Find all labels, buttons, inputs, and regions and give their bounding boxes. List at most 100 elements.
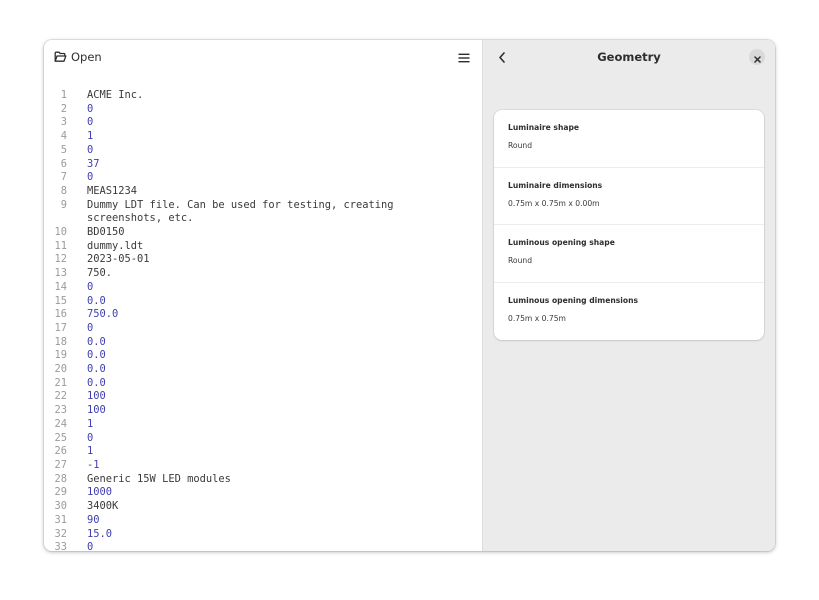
code-line: 9 Dummy LDT file. Can be used for testing… (44, 199, 482, 226)
line-text: 2023-05-01 (87, 253, 150, 266)
row-value: 0.75m x 0.75m x 0.00m (508, 198, 600, 208)
line-text: 0 (87, 321, 94, 334)
code-line: 70 (44, 171, 482, 185)
row-luminous-opening-shape: Luminous opening shape Round (494, 225, 764, 283)
line-number: 5 (60, 143, 67, 156)
line-number: 17 (54, 321, 67, 334)
line-number: 23 (54, 404, 67, 417)
code-line: 15 0.0 (44, 295, 482, 309)
open-button-label: Open (71, 50, 102, 64)
line-text: 100 (87, 404, 106, 417)
code-line: 16 750.0 (44, 308, 482, 322)
line-text: 90 (87, 513, 100, 526)
panel-title: Geometry (597, 50, 661, 64)
line-number: 31 (54, 513, 67, 526)
row-value: Round (508, 141, 533, 150)
code-line: 22 100 (44, 390, 482, 404)
line-text: 0 (87, 280, 94, 293)
row-value: Round (508, 256, 533, 265)
row-value: 0.75m x 0.75m (508, 313, 566, 323)
line-text: 3400K (87, 500, 119, 513)
line-number: 15 (54, 294, 67, 307)
code-line: 50 (44, 144, 482, 158)
geometry-card: Luminaire shape Round Luminaire dimensio… (494, 110, 764, 340)
line-text: 1 (87, 417, 94, 430)
code-line: 20 0.0 (44, 363, 482, 377)
code-line: 14 0 (44, 281, 482, 295)
code-line: 13 750. (44, 267, 482, 281)
line-text: 1000 (87, 486, 113, 499)
open-button[interactable]: Open (54, 50, 102, 64)
line-text: 0 (87, 116, 94, 129)
code-line: 19 0.0 (44, 349, 482, 363)
line-number: 26 (54, 445, 67, 458)
main-menu-button[interactable] (456, 49, 472, 65)
line-text: 1 (87, 130, 94, 143)
code-line: 32 15.0 (44, 528, 482, 542)
chevron-left-icon (498, 48, 506, 67)
code-line: 26 1 (44, 445, 482, 459)
code-line: 6 37 (44, 158, 482, 172)
code-line: 8 MEAS1234 (44, 185, 482, 199)
line-number: 14 (54, 280, 67, 293)
line-number: 10 (54, 226, 67, 239)
right-headerbar: Geometry (483, 40, 775, 74)
row-luminaire-shape: Luminaire shape Round (494, 110, 764, 168)
code-line: 33 0 (44, 541, 482, 551)
code-line: 29 1000 (44, 486, 482, 500)
line-text: 0.0 (87, 335, 106, 348)
line-number: 20 (54, 363, 67, 376)
line-text: 750.0 (87, 308, 119, 321)
row-luminaire-dimensions: Luminaire dimensions 0.75m x 0.75m x 0.0… (494, 168, 764, 225)
line-text: 0.0 (87, 376, 106, 389)
row-luminous-opening-dimensions: Luminous opening dimensions 0.75m x 0.75… (494, 283, 764, 341)
line-number: 21 (54, 376, 67, 389)
row-label: Luminous opening dimensions (508, 295, 639, 305)
left-headerbar: Open (44, 40, 482, 74)
code-line: 18 0.0 (44, 336, 482, 350)
geometry-pane: Geometry Luminaire shape Round Luminaire… (483, 40, 775, 551)
line-text: 1 (87, 445, 94, 458)
row-label: Luminaire dimensions (508, 180, 603, 190)
line-text: 0 (87, 541, 94, 551)
close-button[interactable] (749, 49, 765, 65)
line-text: Generic 15W LED modules (87, 472, 231, 485)
line-number: 3 (60, 116, 67, 129)
code-line: 30 (44, 116, 482, 130)
line-number: 13 (54, 267, 67, 280)
line-text: 750. (87, 267, 113, 280)
code-line: 11 dummy.ldt (44, 240, 482, 254)
line-text: 15.0 (87, 527, 113, 540)
line-number: 33 (54, 541, 67, 551)
line-text: 100 (87, 390, 106, 403)
code-line: 20 (44, 103, 482, 117)
line-number: 2 (60, 102, 67, 115)
line-number: 12 (54, 253, 67, 266)
line-number: 1 (60, 89, 67, 101)
code-line: 17 0 (44, 322, 482, 336)
line-text: ACME Inc. (87, 89, 144, 101)
line-text: 0 (87, 431, 94, 444)
line-number: 28 (54, 472, 67, 485)
code-line: 21 0.0 (44, 377, 482, 391)
file-view-pane: Open 1 ACME Inc. 2 0 3 0 4 1 5 0 6 37 7 0 8 MEAS1234 9 Du… (44, 40, 483, 551)
line-text: 37 (87, 157, 100, 170)
code-line: 1 ACME Inc. (44, 89, 482, 103)
line-number: 32 (54, 527, 67, 540)
code-line: 28 Generic 15W LED modules (44, 473, 482, 487)
row-label: Luminous opening shape (508, 238, 615, 247)
line-text: dummy.ldt (87, 239, 144, 252)
line-text: 0 (87, 143, 94, 156)
line-number: 8 (60, 184, 67, 197)
code-line: 10 BD0150 (44, 226, 482, 240)
app-window: Open 1 ACME Inc. 2 0 3 0 4 1 5 0 6 37 7 0 8 MEAS1234 9 Du… (44, 40, 775, 551)
line-number: 22 (54, 390, 67, 403)
line-number: 30 (54, 500, 67, 513)
back-button[interactable] (495, 50, 509, 64)
line-text: 0.0 (87, 349, 106, 362)
code-line: 23 100 (44, 404, 482, 418)
line-number: 29 (54, 486, 67, 499)
source-text-view[interactable]: 1 ACME Inc. 2 0 3 0 4 1 5 0 6 37 7 0 8 MEAS1234 9 Dummy L… (44, 89, 482, 551)
line-number: 9 (60, 198, 67, 211)
close-icon (753, 48, 761, 67)
